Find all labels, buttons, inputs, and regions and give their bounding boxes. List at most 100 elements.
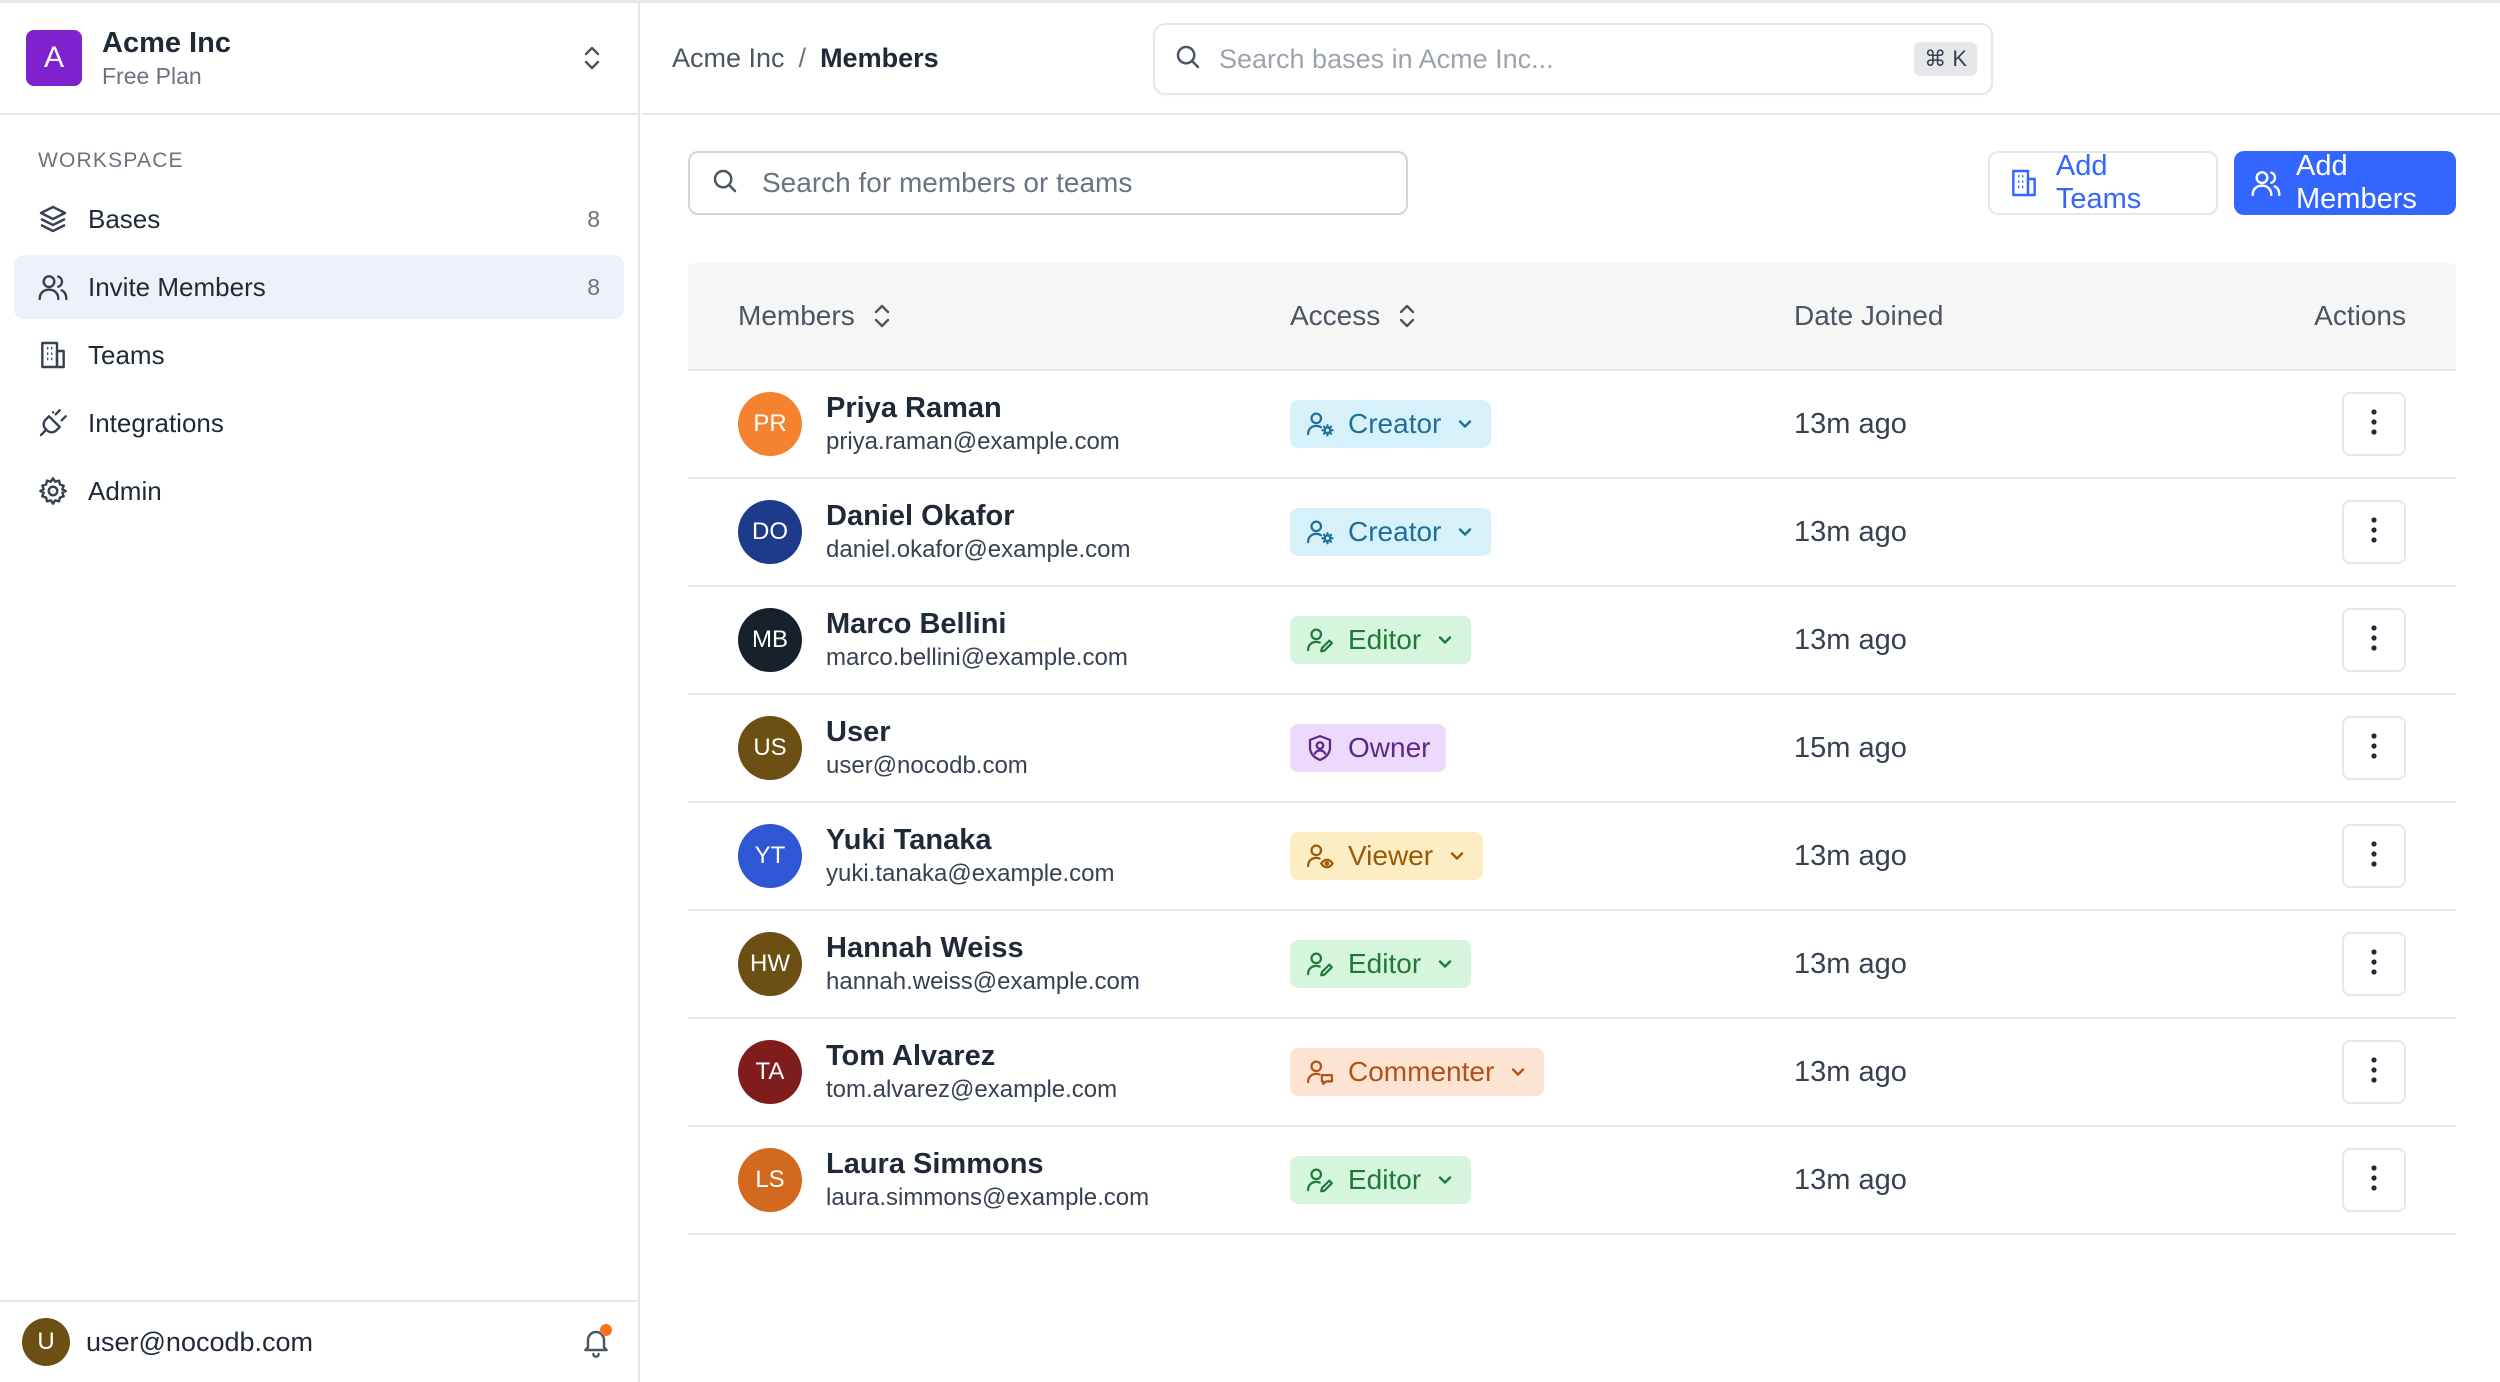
more-actions-button[interactable] <box>2342 608 2406 672</box>
avatar: PR <box>738 392 802 456</box>
user-edit-icon <box>1304 948 1336 980</box>
gear-icon <box>36 474 70 508</box>
member-email: marco.bellini@example.com <box>826 644 1128 671</box>
member-cell: DO Daniel Okafor daniel.okafor@example.c… <box>738 498 1290 566</box>
date-joined: 13m ago <box>1794 947 1907 980</box>
user-menu[interactable]: U user@nocodb.com <box>0 1300 638 1382</box>
sidebar-item-label: Invite Members <box>88 271 266 302</box>
more-actions-button[interactable] <box>2342 824 2406 888</box>
more-actions-button[interactable] <box>2342 500 2406 564</box>
column-header-label: Actions <box>2314 300 2406 331</box>
layers-icon <box>36 202 70 236</box>
more-actions-button[interactable] <box>2342 716 2406 780</box>
member-name: Priya Raman <box>826 392 1002 424</box>
toolbar: Search for members or teams Add Teams Ad… <box>688 150 2456 217</box>
chevron-up-down-icon[interactable] <box>572 38 612 78</box>
member-email: yuki.tanaka@example.com <box>826 860 1115 887</box>
member-search-input[interactable]: Search for members or teams <box>688 151 1408 215</box>
role-label: Commenter <box>1348 1056 1495 1087</box>
search-icon <box>710 166 740 201</box>
more-actions-button[interactable] <box>2342 392 2406 456</box>
avatar: DO <box>738 500 802 564</box>
member-email: tom.alvarez@example.com <box>826 1076 1118 1103</box>
add-members-button[interactable]: Add Members <box>2234 150 2456 215</box>
user-gear-icon <box>1304 408 1336 440</box>
column-header-members[interactable]: Members <box>688 300 1290 332</box>
kebab-icon <box>2370 408 2378 441</box>
sidebar-item-admin[interactable]: Admin <box>14 459 624 523</box>
sort-icon[interactable] <box>871 301 893 331</box>
member-email: daniel.okafor@example.com <box>826 536 1131 563</box>
keyboard-shortcut: ⌘ K <box>1914 42 1977 76</box>
role-badge[interactable]: Editor <box>1290 616 1472 664</box>
role-label: Creator <box>1348 516 1442 547</box>
plug-icon <box>36 406 70 440</box>
add-teams-button[interactable]: Add Teams <box>1988 150 2218 215</box>
member-email: priya.raman@example.com <box>826 428 1120 455</box>
workspace-switcher[interactable]: A Acme Inc Free Plan <box>0 3 638 115</box>
role-badge[interactable]: Editor <box>1290 1156 1472 1204</box>
workspace-avatar: A <box>26 30 82 86</box>
breadcrumb: Acme Inc / Members <box>672 43 939 74</box>
table-row: LS Laura Simmons laura.simmons@example.c… <box>688 1127 2456 1235</box>
global-search-input[interactable]: Search bases in Acme Inc... ⌘ K <box>1153 23 1993 95</box>
more-actions-button[interactable] <box>2342 1040 2406 1104</box>
role-badge[interactable]: Commenter <box>1290 1048 1545 1096</box>
chevron-down-icon[interactable] <box>1455 522 1475 542</box>
role-badge[interactable]: Creator <box>1290 400 1492 448</box>
table-row: MB Marco Bellini marco.bellini@example.c… <box>688 587 2456 695</box>
breadcrumb-root[interactable]: Acme Inc <box>672 43 785 74</box>
notification-dot <box>600 1324 612 1336</box>
column-header-label: Date Joined <box>1794 300 1944 331</box>
sidebar-item-teams[interactable]: Teams <box>14 323 624 387</box>
avatar: LS <box>738 1148 802 1212</box>
member-email: hannah.weiss@example.com <box>826 968 1140 995</box>
chevron-down-icon[interactable] <box>1508 1062 1528 1082</box>
shield-user-icon <box>1304 732 1336 764</box>
column-header-access[interactable]: Access <box>1290 300 1794 332</box>
workspace-name: Acme Inc <box>102 27 231 59</box>
members-table: Members Access Date Joined Actions PR Pr… <box>688 263 2456 1235</box>
avatar: US <box>738 716 802 780</box>
role-badge[interactable]: Editor <box>1290 940 1472 988</box>
role-label: Editor <box>1348 624 1422 655</box>
app-window: A Acme Inc Free Plan WORKSPACE Bases 8 I… <box>0 0 2500 1382</box>
avatar: YT <box>738 824 802 888</box>
kebab-icon <box>2370 840 2378 873</box>
breadcrumb-current: Members <box>820 42 939 73</box>
kebab-icon <box>2370 1056 2378 1089</box>
sidebar-nav: Bases 8 Invite Members 8 Teams Integrati… <box>0 187 638 523</box>
sidebar-item-bases[interactable]: Bases 8 <box>14 187 624 251</box>
date-joined: 15m ago <box>1794 731 1907 764</box>
sidebar-item-label: Bases <box>88 203 161 234</box>
date-joined: 13m ago <box>1794 515 1907 548</box>
chevron-down-icon[interactable] <box>1447 846 1467 866</box>
chevron-down-icon[interactable] <box>1435 630 1455 650</box>
bell-icon[interactable] <box>576 1322 616 1362</box>
more-actions-button[interactable] <box>2342 932 2406 996</box>
more-actions-button[interactable] <box>2342 1148 2406 1212</box>
member-cell: TA Tom Alvarez tom.alvarez@example.com <box>738 1038 1290 1106</box>
chevron-down-icon[interactable] <box>1435 954 1455 974</box>
sidebar-item-invite-members[interactable]: Invite Members 8 <box>14 255 624 319</box>
member-cell: YT Yuki Tanaka yuki.tanaka@example.com <box>738 822 1290 890</box>
table-row: US User user@nocodb.com Owner 15m ago <box>688 695 2456 803</box>
date-joined: 13m ago <box>1794 407 1907 440</box>
date-joined: 13m ago <box>1794 839 1907 872</box>
search-icon <box>1173 42 1203 77</box>
user-comment-icon <box>1304 1056 1336 1088</box>
role-label: Editor <box>1348 948 1422 979</box>
sidebar-item-integrations[interactable]: Integrations <box>14 391 624 455</box>
role-badge[interactable]: Creator <box>1290 508 1492 556</box>
table-body: PR Priya Raman priya.raman@example.com C… <box>688 371 2456 1235</box>
user-gear-icon <box>1304 516 1336 548</box>
member-name: Tom Alvarez <box>826 1040 996 1072</box>
chevron-down-icon[interactable] <box>1455 414 1475 434</box>
kebab-icon <box>2370 732 2378 765</box>
sort-icon[interactable] <box>1396 301 1418 331</box>
column-header-actions: Actions <box>2264 300 2456 332</box>
chevron-down-icon[interactable] <box>1435 1170 1455 1190</box>
users-icon <box>36 270 70 304</box>
column-header-label: Access <box>1290 300 1381 331</box>
role-badge[interactable]: Viewer <box>1290 832 1484 880</box>
